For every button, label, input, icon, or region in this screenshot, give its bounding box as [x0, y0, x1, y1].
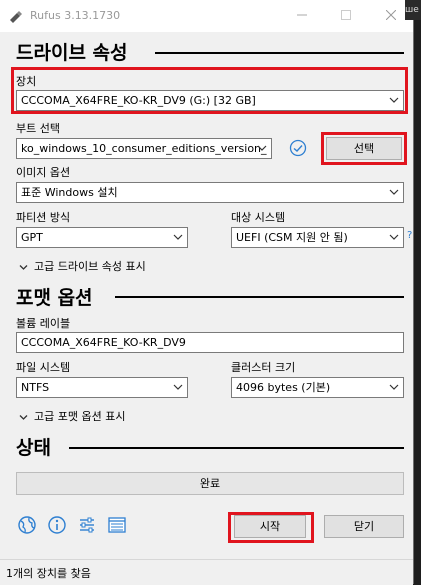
volume-label-input[interactable]: CCCOMA_X64FRE_KO-KR_DV9: [16, 332, 404, 353]
progress-bar: 완료: [16, 472, 404, 495]
globe-icon[interactable]: [17, 515, 37, 535]
section-divider: [115, 296, 404, 298]
chevron-down-icon: [19, 414, 28, 420]
background-window-fragment: ше: [405, 0, 421, 20]
file-system-label: 파일 시스템: [16, 361, 71, 374]
start-button[interactable]: 시작: [234, 515, 306, 538]
background-desktop: [414, 0, 421, 584]
cluster-size-value: 4096 bytes (기본): [236, 381, 331, 394]
chevron-down-icon: [173, 384, 183, 390]
image-option-label: 이미지 옵션: [16, 166, 71, 179]
status-bar-text: 1개의 장치를 찾음: [6, 567, 91, 580]
select-image-button[interactable]: 선택: [326, 137, 402, 160]
advanced-drive-toggle-label: 고급 드라이브 속성 표시: [34, 260, 146, 273]
volume-label-label: 볼륨 레이블: [16, 317, 71, 330]
chevron-down-icon: [389, 384, 399, 390]
format-options-heading: 포맷 옵션: [16, 287, 93, 309]
minimize-button[interactable]: [280, 0, 324, 32]
rufus-app-icon: [10, 11, 22, 23]
minimize-icon: [297, 14, 307, 16]
file-system-dropdown[interactable]: NTFS: [16, 377, 188, 398]
progress-text: 완료: [199, 477, 221, 490]
boot-selection-dropdown[interactable]: ko_windows_10_consumer_editions_version_: [16, 138, 272, 159]
image-option-dropdown[interactable]: 표준 Windows 설치: [16, 182, 404, 203]
title-bar: Rufus 3.13.1730: [0, 0, 413, 32]
partition-scheme-label: 파티션 방식: [16, 211, 71, 224]
boot-selection-label: 부트 선택: [16, 122, 60, 135]
cluster-size-label: 클러스터 크기: [231, 361, 296, 374]
boot-selection-value: ko_windows_10_consumer_editions_version_: [21, 142, 267, 155]
advanced-format-toggle[interactable]: 고급 포맷 옵션 표시: [19, 408, 125, 424]
rufus-window: Rufus 3.13.1730 드라이브 속성 장치 CCCOMA_X64FRE…: [0, 0, 414, 585]
partition-scheme-value: GPT: [21, 231, 43, 244]
maximize-icon: [341, 10, 351, 20]
close-icon: [385, 9, 397, 21]
device-label: 장치: [16, 75, 37, 88]
target-help-link[interactable]: ?: [407, 230, 412, 241]
maximize-button[interactable]: [324, 0, 368, 32]
check-circle-icon[interactable]: [289, 139, 307, 157]
file-system-value: NTFS: [21, 381, 50, 394]
chevron-down-icon: [19, 264, 28, 270]
target-system-value: UEFI (CSM 지원 안 됨): [236, 231, 348, 244]
advanced-drive-toggle[interactable]: 고급 드라이브 속성 표시: [19, 258, 146, 274]
status-bar: 1개의 장치를 찾음: [0, 559, 413, 585]
chevron-down-icon: [257, 145, 267, 151]
image-option-value: 표준 Windows 설치: [21, 186, 118, 199]
section-divider: [69, 447, 404, 449]
window-title: Rufus 3.13.1730: [30, 9, 121, 22]
chevron-down-icon: [173, 234, 183, 240]
chevron-down-icon: [389, 189, 399, 195]
cluster-size-dropdown[interactable]: 4096 bytes (기본): [231, 377, 404, 398]
close-button[interactable]: 닫기: [324, 515, 404, 538]
target-system-dropdown[interactable]: UEFI (CSM 지원 안 됨): [231, 227, 404, 248]
target-system-label: 대상 시스템: [231, 211, 286, 224]
device-value: CCCOMA_X64FRE_KO-KR_DV9 (G:) [32 GB]: [21, 94, 256, 107]
info-icon[interactable]: [47, 515, 67, 535]
device-dropdown[interactable]: CCCOMA_X64FRE_KO-KR_DV9 (G:) [32 GB]: [16, 90, 404, 111]
chevron-down-icon: [389, 234, 399, 240]
settings-sliders-icon[interactable]: [77, 515, 97, 535]
log-icon[interactable]: [107, 515, 127, 535]
chevron-down-icon: [389, 97, 399, 103]
drive-properties-heading: 드라이브 속성: [16, 42, 128, 64]
section-divider: [155, 52, 404, 54]
advanced-format-toggle-label: 고급 포맷 옵션 표시: [34, 410, 126, 423]
partition-scheme-dropdown[interactable]: GPT: [16, 227, 188, 248]
status-heading: 상태: [16, 437, 51, 459]
